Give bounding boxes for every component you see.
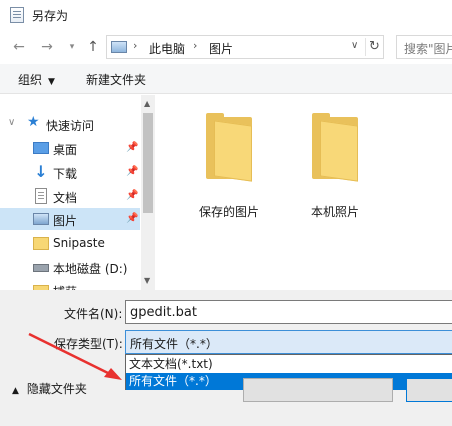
up-arrow-icon[interactable]: ↑ (84, 38, 102, 56)
search-placeholder: 搜索"图片" (404, 42, 452, 56)
hide-folders-button[interactable]: ▲ 隐藏文件夹 (12, 380, 87, 397)
breadcrumb-pictures[interactable]: 图片 (209, 40, 233, 57)
drive-icon (33, 264, 49, 272)
new-folder-button[interactable]: 新建文件夹 (86, 71, 146, 88)
sidebar-item-quick-access[interactable]: ∨ ★ 快速访问 (0, 113, 140, 135)
scrollbar-thumb[interactable] (143, 113, 153, 213)
document-icon (35, 188, 47, 204)
caret-down-icon: ▼ (48, 77, 55, 87)
filetype-option-txt[interactable]: 文本文档(*.txt) (126, 356, 452, 373)
sidebar-item-desktop[interactable]: 桌面 📌 (0, 137, 140, 159)
notepad-icon (10, 7, 24, 23)
caret-up-icon: ▲ (12, 386, 19, 396)
pin-icon[interactable]: 📌 (126, 190, 138, 201)
sidebar-item-downloads[interactable]: ↓ 下载 📌 (0, 161, 140, 183)
pin-icon[interactable]: 📌 (126, 142, 138, 153)
sidebar-item-local-disk-d[interactable]: 本地磁盘 (D:) (0, 256, 140, 278)
sidebar-item-label: 捕获 (53, 283, 77, 290)
sidebar-item-label: 下载 (53, 167, 78, 181)
folder-item[interactable]: 本机照片 (290, 95, 380, 219)
forward-arrow-icon[interactable]: → (38, 38, 56, 56)
pictures-icon (33, 213, 49, 225)
folder-item[interactable]: 保存的图片 (184, 95, 274, 219)
file-list: 保存的图片 本机照片 (156, 95, 452, 290)
pin-icon[interactable]: 📌 (126, 213, 138, 224)
breadcrumb-this-pc[interactable]: 此电脑 (149, 40, 185, 57)
sidebar-item-capture[interactable]: 捕获 (0, 279, 140, 290)
save-button[interactable] (243, 378, 393, 402)
sidebar-item-pictures[interactable]: 图片 📌 (0, 208, 140, 230)
filename-value: gpedit.bat (130, 305, 197, 320)
scroll-down-icon[interactable]: ▼ (144, 276, 150, 285)
sidebar-item-label: 文档 (53, 191, 78, 205)
refresh-icon[interactable]: ↻ (365, 38, 383, 56)
folder-icon (206, 113, 252, 182)
filename-label: 文件名(N): (64, 307, 123, 321)
recent-locations-chevron-icon[interactable]: ▾ (63, 38, 81, 56)
back-arrow-icon[interactable]: ← (10, 38, 28, 56)
folder-name: 保存的图片 (198, 205, 259, 219)
filename-field[interactable]: gpedit.bat (125, 300, 452, 324)
sidebar-item-label: Snipaste (53, 236, 105, 250)
navigation-pane: ∨ ★ 快速访问 桌面 📌 ↓ 下载 📌 文档 📌 图片 📌 Snipaste … (0, 95, 155, 290)
cancel-button[interactable] (406, 378, 452, 402)
sidebar-scrollbar[interactable]: ▲ ▼ (141, 95, 155, 290)
search-input[interactable]: 搜索"图片" (396, 35, 452, 59)
breadcrumb-separator-icon: › (193, 39, 198, 52)
sidebar-item-documents[interactable]: 文档 📌 (0, 185, 140, 207)
organize-menu-button[interactable]: 组织 ▼ (18, 71, 55, 88)
command-bar: 组织 ▼ 新建文件夹 (0, 64, 452, 94)
organize-label: 组织 (18, 73, 43, 87)
address-bar[interactable]: › 此电脑 › 图片 ∨ ↻ (106, 35, 384, 59)
navigation-bar: ← → ▾ ↑ › 此电脑 › 图片 ∨ ↻ 搜索"图片" (0, 30, 452, 64)
folder-name: 本机照片 (310, 205, 359, 219)
filetype-select[interactable]: 所有文件（*.*） (125, 330, 452, 354)
sidebar-item-snipaste[interactable]: Snipaste (0, 232, 140, 254)
save-options-panel: 文件名(N): gpedit.bat 保存类型(T): 所有文件（*.*） 文本… (0, 290, 452, 426)
sidebar-item-label: 快速访问 (46, 119, 95, 133)
address-dropdown-icon[interactable]: ∨ (351, 40, 358, 51)
folder-icon (33, 237, 49, 250)
breadcrumb-separator-icon: › (133, 39, 138, 52)
chevron-down-icon[interactable]: ∨ (8, 117, 15, 128)
download-icon: ↓ (34, 162, 48, 181)
star-icon: ★ (27, 114, 40, 130)
sidebar-item-label: 图片 (53, 214, 78, 228)
desktop-icon (33, 142, 49, 154)
pictures-location-icon (111, 41, 127, 53)
title-bar: 另存为 (0, 0, 452, 30)
window-title: 另存为 (32, 9, 69, 23)
filetype-selected-value: 所有文件（*.*） (130, 337, 218, 351)
sidebar-item-label: 桌面 (53, 143, 78, 157)
sidebar-item-label: 本地磁盘 (D:) (53, 262, 128, 276)
folder-icon (312, 113, 358, 182)
pin-icon[interactable]: 📌 (126, 166, 138, 177)
scroll-up-icon[interactable]: ▲ (144, 99, 150, 108)
hide-folders-label: 隐藏文件夹 (26, 382, 87, 396)
filetype-label: 保存类型(T): (54, 337, 123, 351)
